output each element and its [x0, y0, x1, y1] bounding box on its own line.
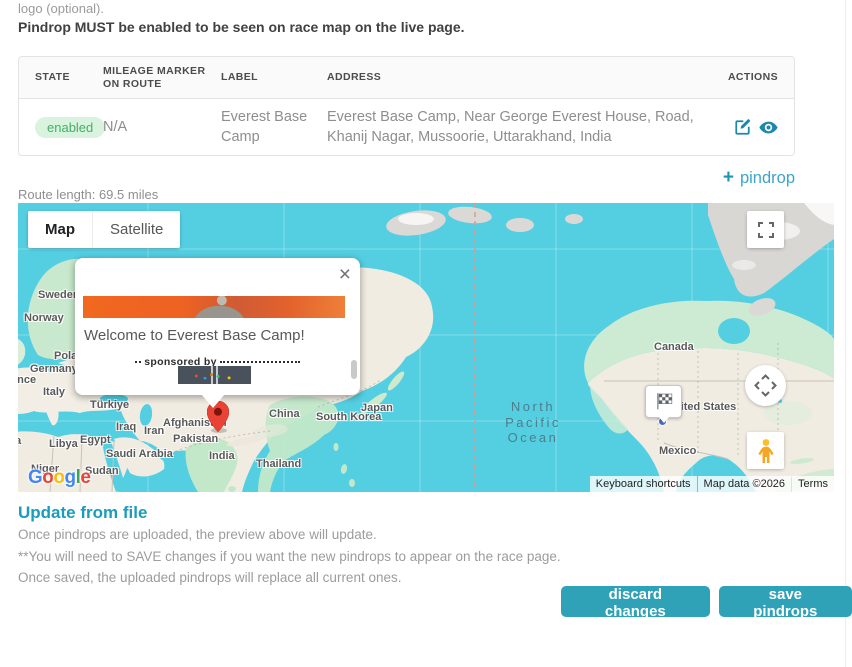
map-label-china: China: [269, 408, 300, 420]
popup-scrollbar[interactable]: [351, 360, 357, 379]
header-state: STATE: [19, 67, 103, 88]
google-logo[interactable]: Google: [28, 467, 90, 489]
action-buttons: discard changes save pindrops: [561, 586, 852, 617]
edit-pindrop-button[interactable]: [733, 118, 752, 137]
map-label-sweden: Sweden: [38, 289, 80, 301]
map-label-germany: Germany: [30, 363, 78, 375]
fullscreen-icon: [757, 221, 775, 239]
map-label-libya: Libya: [49, 438, 78, 450]
map-label-japan: Japan: [361, 402, 393, 414]
header-label: LABEL: [221, 67, 327, 88]
address-cell: Everest Base Camp, Near George Everest H…: [327, 109, 694, 145]
table-header-row: STATE MILEAGE MARKER ON ROUTE LABEL ADDR…: [19, 57, 794, 99]
dotted-leader-left: [135, 361, 141, 363]
sponsor-image: [178, 366, 251, 384]
update-from-file-link[interactable]: Update from file: [18, 503, 147, 523]
fullscreen-button[interactable]: [747, 211, 784, 248]
map-label-algeria: Algeria: [18, 435, 21, 447]
plus-icon: +: [723, 167, 734, 188]
map-label-saudi-arabia: Saudi Arabia: [106, 448, 173, 460]
keyboard-shortcuts-button[interactable]: Keyboard shortcuts: [590, 476, 697, 492]
label-cell: Everest Base Camp: [221, 109, 307, 145]
finish-flag-marker[interactable]: [645, 385, 682, 418]
footer-line-3: Once saved, the uploaded pindrops will r…: [18, 567, 561, 589]
header-actions: ACTIONS: [716, 67, 794, 88]
eye-icon: [759, 125, 778, 140]
pindrop-table: STATE MILEAGE MARKER ON ROUTE LABEL ADDR…: [18, 56, 795, 156]
ocean-label-north-pacific: NorthPacificOcean: [473, 399, 593, 446]
map-label-canada: Canada: [654, 341, 694, 353]
map-label-thailand: Thailand: [256, 458, 301, 470]
pindrop-info-window: × Welcome to Everest Base Camp! sponsore…: [75, 258, 360, 395]
discard-changes-button[interactable]: discard changes: [561, 586, 710, 617]
mileage-cell: N/A: [103, 117, 221, 138]
add-pindrop-link[interactable]: + pindrop: [18, 167, 795, 189]
map-label-norway: Norway: [24, 312, 64, 324]
map-label-iran: Iran: [144, 425, 164, 437]
save-pindrops-button[interactable]: save pindrops: [719, 586, 852, 617]
pan-control[interactable]: [745, 365, 786, 406]
terms-link[interactable]: Terms: [792, 476, 834, 492]
footer-help-text: Once pindrops are uploaded, the preview …: [18, 524, 561, 589]
page-right-divider: [845, 0, 846, 667]
logo-optional-text: logo (optional).: [18, 1, 104, 16]
map-label-mexico: Mexico: [659, 445, 696, 457]
header-mileage: MILEAGE MARKER ON ROUTE: [103, 61, 221, 95]
add-pindrop-label: pindrop: [740, 169, 795, 187]
table-row: enabled N/A Everest Base Camp Everest Ba…: [19, 99, 794, 155]
map-attribution: Keyboard shortcuts Map data ©2026 Terms: [589, 476, 834, 492]
footer-line-2: **You will need to SAVE changes if you w…: [18, 546, 561, 568]
dotted-leader-right: [220, 361, 300, 363]
map-type-satellite-button[interactable]: Satellite: [92, 211, 180, 248]
pindrop-hero-image: [83, 296, 345, 318]
map-label-pakistan: Pakistan: [173, 433, 218, 445]
header-address: ADDRESS: [327, 67, 716, 88]
close-icon[interactable]: ×: [339, 266, 351, 284]
map-type-map-button[interactable]: Map: [28, 211, 92, 248]
map-type-control: Map Satellite: [28, 211, 180, 248]
map-label-india: India: [209, 450, 235, 462]
map-label-turkiye: Türkiye: [90, 399, 129, 411]
view-pindrop-button[interactable]: [759, 118, 778, 137]
pan-arrows-icon: [745, 394, 786, 409]
race-map[interactable]: Sweden Norway Poland Germany France Ital…: [18, 203, 834, 492]
checkered-flag-icon: [653, 391, 674, 412]
pindrop-popup-title: Welcome to Everest Base Camp!: [84, 327, 305, 344]
map-data-text: Map data ©2026: [698, 476, 792, 492]
pegman-icon: [755, 438, 777, 464]
route-length-text: Route length: 69.5 miles: [18, 187, 158, 202]
map-label-egypt: Egypt: [80, 434, 111, 446]
status-badge: enabled: [35, 117, 105, 138]
footer-line-1: Once pindrops are uploaded, the preview …: [18, 524, 561, 546]
edit-icon: [733, 125, 752, 140]
map-label-france: France: [18, 374, 36, 386]
pindrop-note: Pindrop MUST be enabled to be seen on ra…: [18, 19, 465, 35]
pegman-button[interactable]: [747, 432, 784, 469]
map-label-iraq: Iraq: [116, 421, 136, 433]
map-label-italy: Italy: [43, 386, 65, 398]
